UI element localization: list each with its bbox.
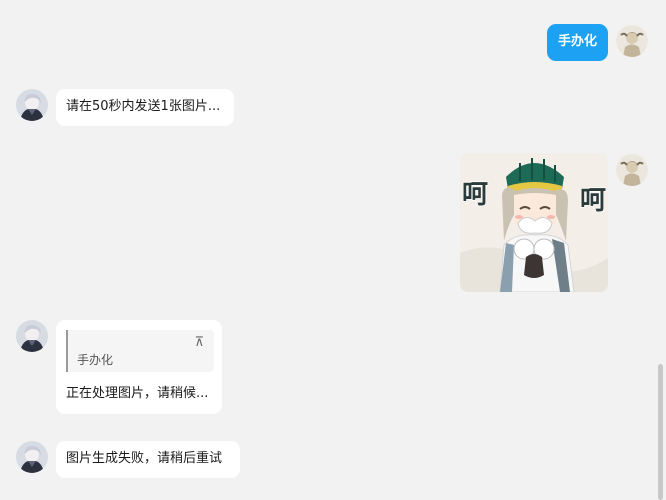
bot-avatar[interactable] <box>16 89 48 121</box>
bot-message-bubble[interactable]: 图片生成失败，请稍后重试 <box>56 441 240 478</box>
user-image-message[interactable]: 呵 呵 <box>460 153 608 292</box>
bot-message-text: 请在50秒内发送1张图片... <box>66 99 221 114</box>
chat-panel: 手办化 请在50秒内发送1张图片... 呵 呵 ⊼ 手办化 正在处理图片，请稍候… <box>0 0 656 500</box>
user-message-bubble[interactable]: 手办化 <box>547 24 608 61</box>
pin-icon[interactable]: ⊼ <box>194 334 204 352</box>
bot-avatar[interactable] <box>16 441 48 473</box>
bot-avatar[interactable] <box>16 320 48 352</box>
quoted-message-text: 手办化 <box>77 353 114 367</box>
scrollbar-thumb[interactable] <box>658 364 663 500</box>
image-text-right: 呵 <box>580 186 606 216</box>
bot-message-text: 图片生成失败，请稍后重试 <box>66 451 223 466</box>
quoted-message[interactable]: ⊼ 手办化 <box>66 330 214 372</box>
user-avatar[interactable] <box>616 25 648 57</box>
user-avatar[interactable] <box>616 154 648 186</box>
bot-message-bubble[interactable]: 请在50秒内发送1张图片... <box>56 89 234 126</box>
bot-reply-bubble[interactable]: ⊼ 手办化 正在处理图片，请稍候... <box>56 320 222 414</box>
user-message-text: 手办化 <box>557 34 597 49</box>
bot-message-text: 正在处理图片，请稍候... <box>66 386 209 401</box>
image-text-left: 呵 <box>462 180 488 210</box>
